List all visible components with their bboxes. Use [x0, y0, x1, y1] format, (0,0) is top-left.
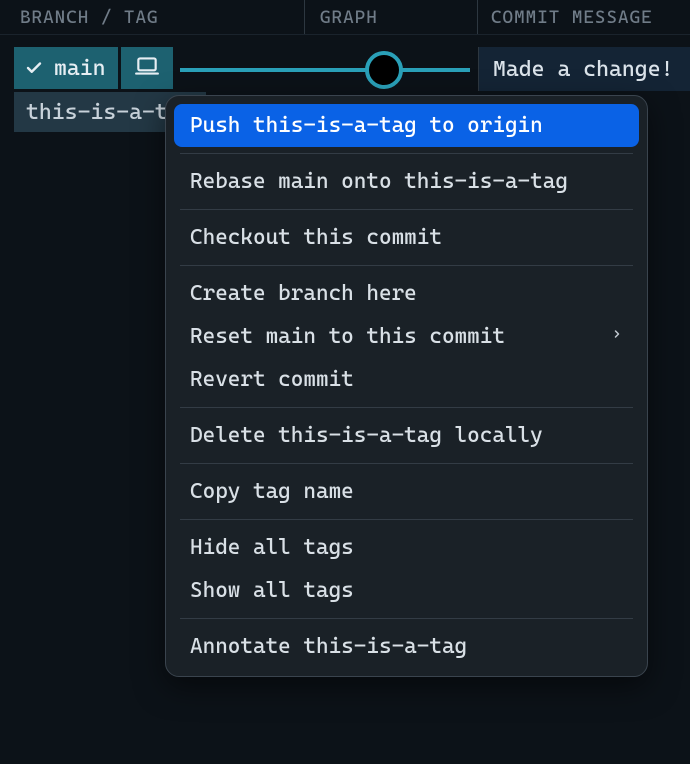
menu-separator — [180, 618, 633, 619]
column-header-row: BRANCH / TAG GRAPH COMMIT MESSAGE — [0, 0, 690, 35]
menu-item-label: Create branch here — [190, 281, 417, 306]
commit-message-text: Made a change! — [493, 57, 673, 82]
menu-separator — [180, 153, 633, 154]
branch-badge[interactable]: main — [14, 47, 118, 89]
column-header-branch[interactable]: BRANCH / TAG — [0, 0, 305, 34]
menu-item[interactable]: Push this-is-a-tag to origin — [174, 104, 639, 147]
menu-item[interactable]: Annotate this-is-a-tag — [174, 625, 639, 668]
chevron-right-icon — [611, 326, 623, 347]
menu-item[interactable]: Rebase main onto this-is-a-tag — [174, 160, 639, 203]
menu-item[interactable]: Revert commit — [174, 358, 639, 401]
laptop-icon — [134, 53, 160, 83]
menu-item-label: Checkout this commit — [190, 225, 442, 250]
column-header-message[interactable]: COMMIT MESSAGE — [478, 0, 690, 34]
menu-separator — [180, 463, 633, 464]
graph-node[interactable] — [365, 51, 403, 89]
menu-separator — [180, 407, 633, 408]
menu-separator — [180, 265, 633, 266]
menu-item-label: Annotate this-is-a-tag — [190, 634, 467, 659]
menu-item[interactable]: Copy tag name — [174, 470, 639, 513]
menu-item[interactable]: Checkout this commit — [174, 216, 639, 259]
menu-item[interactable]: Delete this-is-a-tag locally — [174, 414, 639, 457]
graph-edge — [180, 68, 470, 72]
menu-item[interactable]: Show all tags — [174, 569, 639, 612]
menu-item-label: Show all tags — [190, 578, 354, 603]
menu-item-label: Revert commit — [190, 367, 354, 392]
column-header-graph[interactable]: GRAPH — [305, 0, 478, 34]
check-icon — [24, 58, 44, 78]
menu-item-label: Hide all tags — [190, 535, 354, 560]
menu-item-label: Rebase main onto this-is-a-tag — [190, 169, 568, 194]
menu-item-label: Delete this-is-a-tag locally — [190, 423, 543, 448]
menu-item[interactable]: Hide all tags — [174, 526, 639, 569]
branch-name: main — [54, 56, 106, 81]
menu-separator — [180, 209, 633, 210]
menu-item-label: Reset main to this commit — [190, 324, 505, 349]
commit-message-cell[interactable]: Made a change! — [478, 47, 690, 91]
menu-item-label: Push this-is-a-tag to origin — [190, 113, 543, 138]
context-menu: Push this-is-a-tag to origin Rebase main … — [165, 95, 648, 677]
menu-item-label: Copy tag name — [190, 479, 354, 504]
menu-item[interactable]: Reset main to this commit — [174, 315, 639, 358]
menu-item[interactable]: Create branch here — [174, 272, 639, 315]
local-indicator[interactable] — [121, 47, 173, 89]
menu-separator — [180, 519, 633, 520]
